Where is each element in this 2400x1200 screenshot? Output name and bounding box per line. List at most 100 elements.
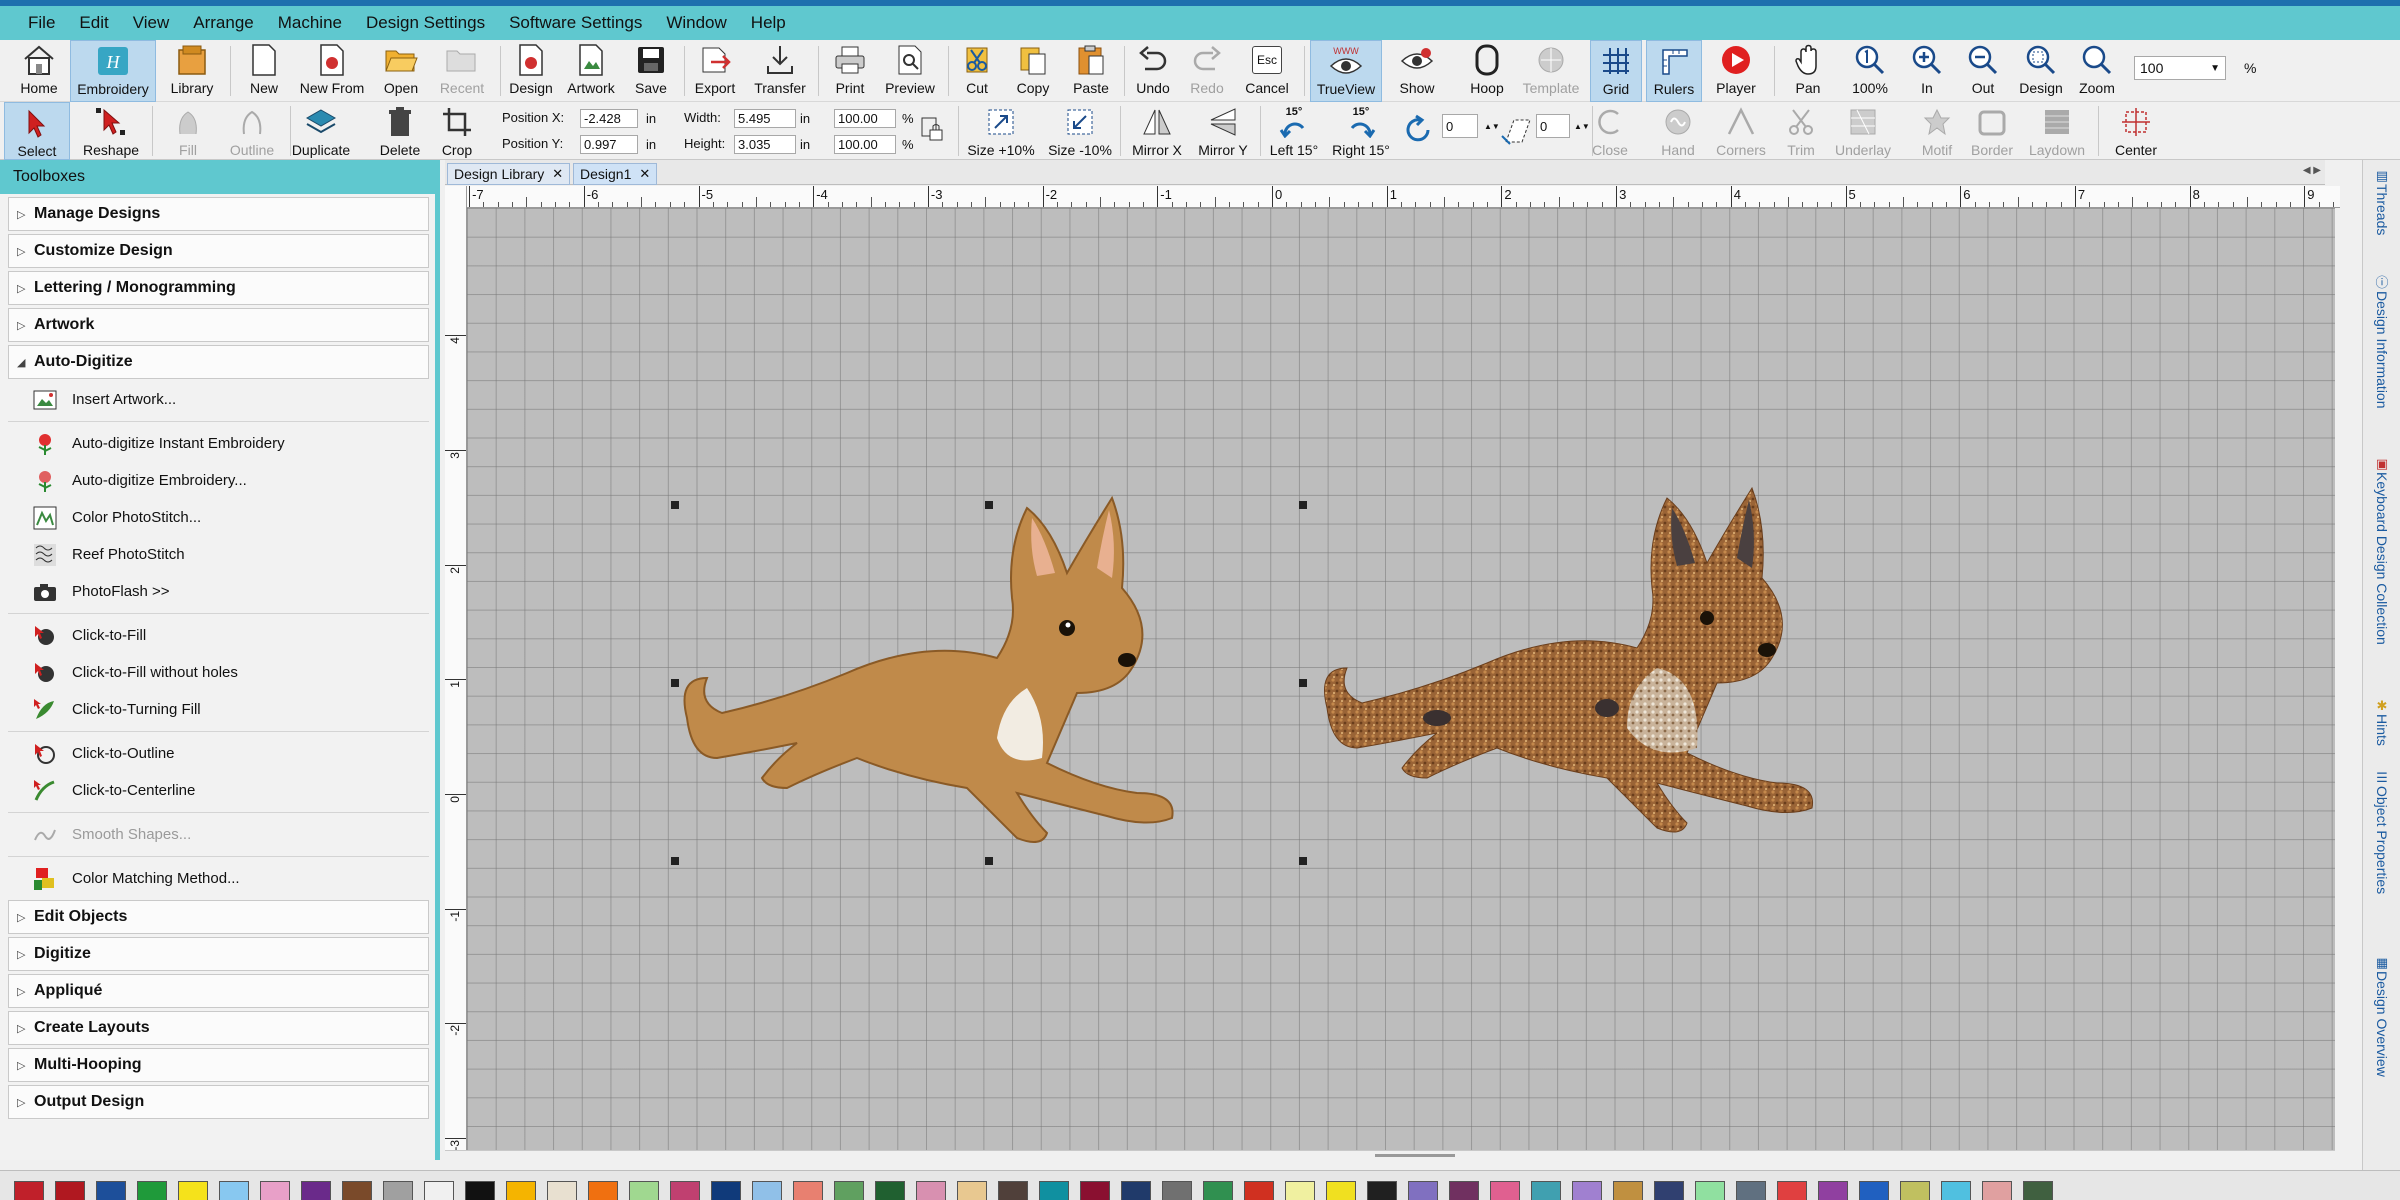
embroidery-button[interactable]: H Embroidery bbox=[70, 40, 156, 102]
tool-auto-digitize-instant[interactable]: Auto-digitize Instant Embroidery bbox=[0, 425, 435, 462]
thread-swatch[interactable] bbox=[1777, 1181, 1807, 1200]
thread-swatch[interactable] bbox=[14, 1181, 44, 1200]
thread-swatch[interactable] bbox=[1285, 1181, 1315, 1200]
scale-width-field[interactable]: 100.00 bbox=[834, 109, 896, 128]
undo-button[interactable]: Undo bbox=[1128, 40, 1178, 102]
rotate-angle-field[interactable]: 0 bbox=[1442, 114, 1478, 138]
side-tab-object-properties[interactable]: ☰ Object Properties bbox=[2367, 770, 2397, 894]
rotate-left-15-button[interactable]: 15° Left 15° bbox=[1262, 102, 1326, 160]
motif-button[interactable]: Motif bbox=[1908, 102, 1966, 160]
zoom-level-select[interactable]: 100 ▼ bbox=[2134, 56, 2226, 80]
menu-edit[interactable]: Edit bbox=[67, 13, 120, 33]
selection-handle[interactable] bbox=[1299, 679, 1307, 687]
thread-swatch[interactable] bbox=[1695, 1181, 1725, 1200]
border-button[interactable]: Border bbox=[1964, 102, 2020, 160]
mirror-y-button[interactable]: Mirror Y bbox=[1192, 102, 1254, 160]
category-customize-design[interactable]: ▷ Customize Design bbox=[8, 234, 429, 268]
new-from-button[interactable]: New From bbox=[294, 40, 370, 102]
thread-swatch[interactable] bbox=[96, 1181, 126, 1200]
thread-swatch[interactable] bbox=[875, 1181, 905, 1200]
side-tab-threads[interactable]: ▤ Threads bbox=[2367, 168, 2397, 235]
tool-color-photostitch[interactable]: Color PhotoStitch... bbox=[0, 499, 435, 536]
thread-swatch[interactable] bbox=[1367, 1181, 1397, 1200]
thread-swatch[interactable] bbox=[2023, 1181, 2053, 1200]
save-button[interactable]: Save bbox=[626, 40, 676, 102]
thread-swatch[interactable] bbox=[1531, 1181, 1561, 1200]
thread-swatch[interactable] bbox=[1941, 1181, 1971, 1200]
cancel-button[interactable]: Esc Cancel bbox=[1238, 40, 1296, 102]
size-plus-10-button[interactable]: Size +10% bbox=[962, 102, 1040, 160]
side-tab-design-information[interactable]: ⓘ Design Information bbox=[2367, 272, 2397, 409]
size-minus-10-button[interactable]: Size -10% bbox=[1044, 102, 1116, 160]
preview-button[interactable]: Preview bbox=[880, 40, 940, 102]
thread-swatch[interactable] bbox=[834, 1181, 864, 1200]
tool-auto-digitize-embroidery[interactable]: Auto-digitize Embroidery... bbox=[0, 462, 435, 499]
thread-swatch[interactable] bbox=[55, 1181, 85, 1200]
menu-help[interactable]: Help bbox=[739, 13, 798, 33]
pan-button[interactable]: Pan bbox=[1780, 40, 1836, 102]
thread-swatch[interactable] bbox=[1162, 1181, 1192, 1200]
underlay-button[interactable]: Underlay bbox=[1828, 102, 1898, 160]
paste-button[interactable]: Paste bbox=[1064, 40, 1118, 102]
selection-handle[interactable] bbox=[671, 857, 679, 865]
thread-swatch[interactable] bbox=[219, 1181, 249, 1200]
tab-scroll-arrows-icon[interactable]: ◀ ▶ bbox=[2303, 165, 2321, 176]
selection-handle[interactable] bbox=[1299, 501, 1307, 509]
category-create-layouts[interactable]: ▷ Create Layouts bbox=[8, 1011, 429, 1045]
reshape-tool-button[interactable]: Reshape bbox=[76, 102, 146, 160]
copy-button[interactable]: Copy bbox=[1006, 40, 1060, 102]
category-output-design[interactable]: ▷ Output Design bbox=[8, 1085, 429, 1119]
trim-button[interactable]: Trim bbox=[1778, 102, 1824, 160]
slant-button[interactable] bbox=[1500, 114, 1534, 146]
thread-swatch[interactable] bbox=[137, 1181, 167, 1200]
mirror-x-button[interactable]: Mirror X bbox=[1126, 102, 1188, 160]
thread-swatch[interactable] bbox=[383, 1181, 413, 1200]
tool-insert-artwork[interactable]: Insert Artwork... bbox=[0, 381, 435, 418]
zoom-button[interactable]: Zoom bbox=[2070, 40, 2124, 102]
recent-button[interactable]: Recent bbox=[432, 40, 492, 102]
thread-swatch[interactable] bbox=[1982, 1181, 2012, 1200]
artwork-button[interactable]: Artwork bbox=[562, 40, 620, 102]
thread-swatch[interactable] bbox=[1900, 1181, 1930, 1200]
thread-swatch[interactable] bbox=[629, 1181, 659, 1200]
width-field[interactable]: 5.495 bbox=[734, 109, 796, 128]
thread-swatch[interactable] bbox=[342, 1181, 372, 1200]
duplicate-button[interactable]: Duplicate bbox=[284, 102, 358, 160]
zoom-design-button[interactable]: Design bbox=[2012, 40, 2070, 102]
scale-height-field[interactable]: 100.00 bbox=[834, 135, 896, 154]
selection-handle[interactable] bbox=[985, 501, 993, 509]
new-button[interactable]: New bbox=[240, 40, 288, 102]
thread-swatch[interactable] bbox=[1613, 1181, 1643, 1200]
category-edit-objects[interactable]: ▷ Edit Objects bbox=[8, 900, 429, 934]
category-digitize[interactable]: ▷ Digitize bbox=[8, 937, 429, 971]
thread-swatch[interactable] bbox=[547, 1181, 577, 1200]
tool-click-to-fill[interactable]: Click-to-Fill bbox=[0, 617, 435, 654]
grid-button[interactable]: Grid bbox=[1590, 40, 1642, 102]
thread-swatch[interactable] bbox=[1736, 1181, 1766, 1200]
selection-handle[interactable] bbox=[1299, 857, 1307, 865]
side-tab-hints[interactable]: ✱ Hints bbox=[2367, 698, 2397, 746]
rotate-spin-icon[interactable]: ▲▼ bbox=[1484, 122, 1500, 131]
laydown-button[interactable]: Laydown bbox=[2020, 102, 2094, 160]
thread-swatch[interactable] bbox=[1654, 1181, 1684, 1200]
zoom-100-button[interactable]: 100% bbox=[1842, 40, 1898, 102]
thread-swatch[interactable] bbox=[1449, 1181, 1479, 1200]
slant-angle-field[interactable]: 0 bbox=[1536, 114, 1570, 138]
hoop-button[interactable]: Hoop bbox=[1458, 40, 1516, 102]
tool-click-to-centerline[interactable]: Click-to-Centerline bbox=[0, 772, 435, 809]
rulers-button[interactable]: Rulers bbox=[1646, 40, 1702, 102]
menu-machine[interactable]: Machine bbox=[266, 13, 354, 33]
fill-button[interactable]: Fill bbox=[160, 102, 216, 160]
zoom-in-button[interactable]: In bbox=[1902, 40, 1952, 102]
selection-handle[interactable] bbox=[671, 501, 679, 509]
thread-swatch[interactable] bbox=[1039, 1181, 1069, 1200]
scrollbar-thumb[interactable] bbox=[1375, 1154, 1455, 1157]
corners-button[interactable]: Corners bbox=[1708, 102, 1774, 160]
library-button[interactable]: Library bbox=[164, 40, 220, 102]
category-applique[interactable]: ▷ Appliqué bbox=[8, 974, 429, 1008]
thread-swatch[interactable] bbox=[1490, 1181, 1520, 1200]
rotate-right-15-button[interactable]: 15° Right 15° bbox=[1328, 102, 1394, 160]
category-auto-digitize[interactable]: ◢ Auto-Digitize bbox=[8, 345, 429, 379]
thread-swatch[interactable] bbox=[711, 1181, 741, 1200]
center-button[interactable]: Center bbox=[2104, 102, 2168, 160]
